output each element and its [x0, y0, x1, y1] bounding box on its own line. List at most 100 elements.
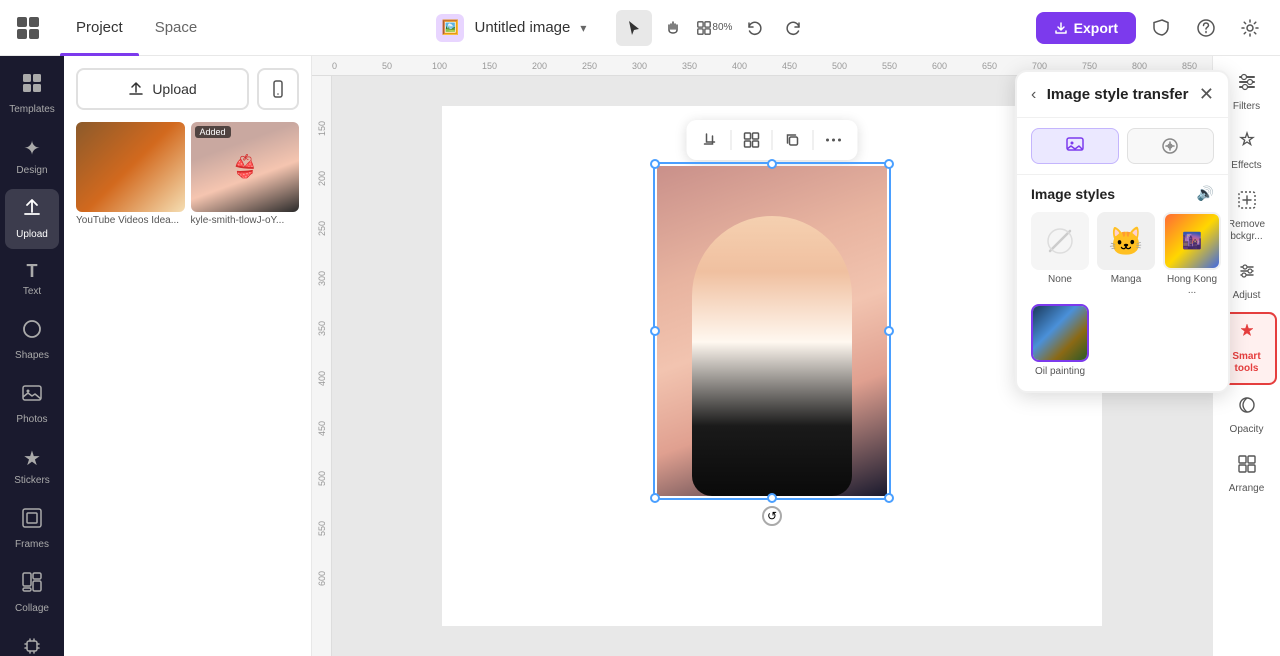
- rotate-handle[interactable]: ↺: [762, 506, 782, 526]
- divider-1: [731, 130, 732, 150]
- hand-tool-btn[interactable]: [656, 10, 692, 46]
- ruler-mark-550: 550: [882, 61, 932, 71]
- oil-image: [1033, 306, 1087, 360]
- canvas-image-container[interactable]: ↺: [657, 166, 887, 496]
- plugins-icon: [21, 635, 43, 656]
- thumb-img-2: 👙 Added: [191, 122, 300, 212]
- rs-label-effects: Effects: [1231, 160, 1261, 172]
- sidebar-item-stickers[interactable]: ★ Stickers: [5, 438, 59, 495]
- adjust-icon: [1237, 261, 1257, 286]
- sidebar-item-photos[interactable]: Photos: [5, 374, 59, 434]
- rs-label-arrange: Arrange: [1229, 483, 1265, 495]
- remove-bg-icon: [1237, 190, 1257, 215]
- manga-cat-emoji: 🐱: [1109, 225, 1144, 258]
- nav-tabs: Project Space: [60, 0, 213, 56]
- style-panel-title: Image style transfer: [1047, 86, 1189, 103]
- tab-project[interactable]: Project: [60, 0, 139, 56]
- divider-2: [772, 130, 773, 150]
- chevron-down-icon[interactable]: ▾: [580, 21, 586, 35]
- rs-label-opacity: Opacity: [1230, 424, 1264, 436]
- style-name-hk: Hong Kong ...: [1163, 274, 1221, 296]
- ruler-mark-350: 350: [682, 61, 732, 71]
- logo-icon[interactable]: [12, 12, 44, 44]
- rs-label-smart-tools: Smart tools: [1232, 351, 1260, 375]
- style-panel-close-btn[interactable]: ✕: [1199, 84, 1214, 105]
- layout-arrange-btn[interactable]: [736, 124, 768, 156]
- style-tab-style[interactable]: [1031, 128, 1119, 164]
- crop-btn[interactable]: [695, 124, 727, 156]
- style-item-manga[interactable]: 🐱 Manga: [1097, 212, 1155, 296]
- export-button[interactable]: Export: [1036, 12, 1136, 44]
- file-icon: 🖼️: [436, 14, 464, 42]
- style-section-title: Image styles: [1031, 186, 1115, 202]
- speaker-icon[interactable]: 🔊: [1197, 185, 1214, 202]
- mobile-btn[interactable]: [257, 68, 299, 110]
- thumbnails-grid: YouTube Videos Idea... 👙 Added kyle-smit…: [76, 122, 299, 226]
- shield-icon-btn[interactable]: [1144, 10, 1180, 46]
- ruler-mark-500: 500: [832, 61, 882, 71]
- sidebar-item-upload[interactable]: Upload: [5, 189, 59, 249]
- style-tab-ai[interactable]: [1127, 128, 1215, 164]
- style-panel-back-btn[interactable]: ‹: [1031, 86, 1036, 104]
- sidebar-item-shapes[interactable]: Shapes: [5, 310, 59, 370]
- ruler-mark-300: 300: [632, 61, 682, 71]
- tab-space[interactable]: Space: [139, 0, 214, 56]
- ruler-mark-400: 400: [732, 61, 782, 71]
- thumb-item-2[interactable]: 👙 Added kyle-smith-tlowJ-oY...: [191, 122, 300, 226]
- undo-btn[interactable]: [736, 10, 772, 46]
- rs-item-arrange[interactable]: Arrange: [1217, 446, 1277, 503]
- canvas-bg[interactable]: ↺: [442, 106, 1102, 626]
- style-name-none: None: [1048, 274, 1072, 285]
- thumb-item-1[interactable]: YouTube Videos Idea...: [76, 122, 185, 226]
- sidebar-item-frames[interactable]: Frames: [5, 499, 59, 559]
- more-options-btn[interactable]: [818, 124, 850, 156]
- upload-button[interactable]: Upload: [76, 68, 249, 110]
- sidebar-label-templates: Templates: [9, 104, 55, 116]
- help-icon-btn[interactable]: [1188, 10, 1224, 46]
- sidebar-item-templates[interactable]: Templates: [5, 64, 59, 124]
- duplicate-btn[interactable]: [777, 124, 809, 156]
- sidebar-item-collage[interactable]: Collage: [5, 563, 59, 623]
- ruler-marks: 0 50 100 150 200 250 300 350 400 450 500…: [332, 61, 1212, 71]
- thumb-label-2: kyle-smith-tlowJ-oY...: [191, 215, 300, 226]
- redo-btn[interactable]: [776, 10, 812, 46]
- ruler-mark-650: 650: [982, 61, 1032, 71]
- top-tools: 80%: [616, 10, 812, 46]
- smart-tools-icon: [1237, 322, 1257, 347]
- sidebar-item-design[interactable]: ✦ Design: [5, 128, 59, 185]
- sidebar-item-plugins[interactable]: Plugins: [5, 627, 59, 656]
- style-item-none[interactable]: None: [1031, 212, 1089, 296]
- ruler-mark-600: 600: [932, 61, 982, 71]
- ruler-mark-50: 50: [382, 61, 432, 71]
- layout-tool-btn[interactable]: 80%: [696, 10, 732, 46]
- style-panel-header: ‹ Image style transfer ✕: [1017, 72, 1228, 118]
- canvas-image[interactable]: ↺: [657, 166, 887, 496]
- arrange-icon: [1237, 454, 1257, 479]
- ruler-mark-750: 750: [1082, 61, 1132, 71]
- ruler-mark-700: 700: [1032, 61, 1082, 71]
- ruler-mark-0: 0: [332, 61, 382, 71]
- ruler-mark-450: 450: [782, 61, 832, 71]
- ruler-mark-150: 150: [482, 61, 532, 71]
- ruler-mark-850: 850: [1182, 61, 1212, 71]
- rs-item-opacity[interactable]: Opacity: [1217, 387, 1277, 444]
- ruler-mark-100: 100: [432, 61, 482, 71]
- thumb-img-1: [76, 122, 185, 212]
- sidebar-label-upload: Upload: [16, 229, 48, 241]
- rs-label-filters: Filters: [1233, 101, 1260, 113]
- sidebar-label-shapes: Shapes: [15, 350, 49, 362]
- left-sidebar: Templates ✦ Design Upload T Text Shapes: [0, 56, 64, 656]
- style-item-oil[interactable]: Oil painting: [1031, 304, 1089, 377]
- ruler-mark-200: 200: [532, 61, 582, 71]
- file-title: Untitled image: [474, 19, 570, 36]
- zoom-label: 80%: [712, 22, 732, 33]
- settings-icon-btn[interactable]: [1232, 10, 1268, 46]
- hk-image: 🌆: [1165, 214, 1219, 268]
- topbar-left: Project Space: [12, 0, 213, 56]
- upload-icon: [21, 197, 43, 225]
- text-icon: T: [27, 261, 38, 282]
- style-name-oil: Oil painting: [1035, 366, 1085, 377]
- style-item-hk[interactable]: 🌆 Hong Kong ...: [1163, 212, 1221, 296]
- sidebar-item-text[interactable]: T Text: [5, 253, 59, 306]
- cursor-tool-btn[interactable]: [616, 10, 652, 46]
